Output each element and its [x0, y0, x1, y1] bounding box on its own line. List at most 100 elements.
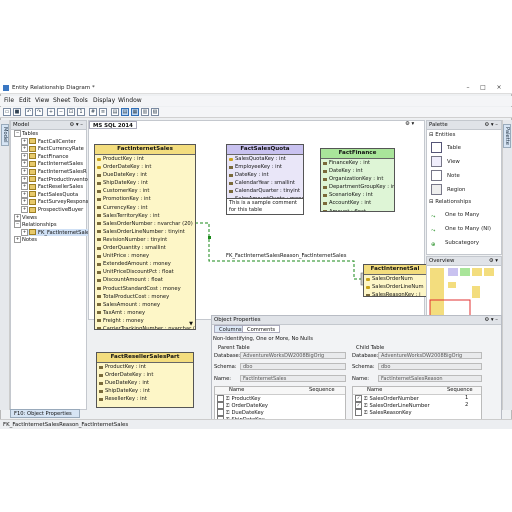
entity-column[interactable]: RevisionNumber : tinyint	[95, 236, 195, 244]
entity-column[interactable]: SalesOrderNum	[364, 275, 426, 283]
column-mapping-row[interactable]: ⚿ OrderDateKey	[215, 402, 345, 409]
entity-column[interactable]: SalesQuotaKey : int	[227, 155, 303, 163]
column-checkbox[interactable]	[217, 402, 224, 409]
tree-item[interactable]: + FactProductInvento	[21, 175, 88, 183]
parent-schema-field[interactable]: dbo	[240, 363, 346, 370]
display-mode-5-icon[interactable]: ▧	[151, 108, 159, 116]
model-side-tab[interactable]: Model	[1, 124, 9, 146]
entity-column[interactable]: OrderDateKey : int	[97, 371, 193, 379]
tree-folder[interactable]: − Tables	[14, 130, 38, 137]
column-sequence[interactable]: 1	[465, 395, 468, 402]
maximize-icon[interactable]: □	[478, 84, 488, 92]
save-icon[interactable]: ■	[13, 108, 21, 116]
display-mode-2-icon[interactable]: ▤	[121, 108, 129, 116]
expander-icon[interactable]: +	[21, 183, 28, 191]
menu-edit[interactable]: Edit	[19, 97, 31, 104]
relationship-handle[interactable]	[208, 236, 211, 239]
palette-note[interactable]: Note	[431, 169, 460, 183]
expander-icon[interactable]: +	[21, 160, 28, 168]
entity-column[interactable]: SalesOrderLineNumber : tinyint	[95, 228, 195, 236]
entity-column[interactable]: CurrencyKey : int	[95, 204, 195, 212]
relationship-label[interactable]: FK_FactInternetSalesReason_FactInternetS…	[226, 253, 347, 259]
expander-icon[interactable]: +	[14, 236, 21, 244]
relationship-line[interactable]	[190, 222, 364, 280]
entity-column[interactable]: ResellerKey : int	[97, 395, 193, 403]
tree-folder[interactable]: − Relationships	[14, 221, 57, 229]
table-comment-note[interactable]: This is a sample comment for this table	[226, 198, 304, 215]
menu-view[interactable]: View	[35, 97, 49, 104]
entity-column[interactable]: OrderQuantity : smallint	[95, 244, 195, 252]
overview-options-icon[interactable]: ⚙ ▾	[489, 257, 498, 265]
menu-display[interactable]: Display	[93, 97, 115, 104]
expander-icon[interactable]: −	[14, 221, 21, 229]
entity-column[interactable]: SalesTerritoryKey : int	[95, 212, 195, 220]
align-icon[interactable]: ≡	[99, 108, 107, 116]
entity-column[interactable]: ProductKey : int	[97, 363, 193, 371]
entity-column[interactable]: TotalProductCost : money	[95, 293, 195, 301]
tree-item[interactable]: + FactSurveyResponse	[21, 198, 92, 206]
minimize-icon[interactable]: –	[463, 84, 473, 92]
entity-column[interactable]: SalesReasonKey : i	[364, 291, 426, 296]
column-mapping-row[interactable]: ⚿ ProductKey	[215, 395, 345, 402]
expander-icon[interactable]: +	[21, 137, 28, 145]
palette-table[interactable]: Table	[431, 141, 461, 155]
zoom-fit-icon[interactable]: ⊡	[67, 108, 75, 116]
expander-icon[interactable]: +	[21, 228, 28, 236]
column-checkbox[interactable]: ✓	[355, 395, 362, 402]
parent-name-field[interactable]: FactInternetSales	[240, 375, 346, 382]
zoom-in-icon[interactable]: +	[47, 108, 55, 116]
object-properties-bottom-tab[interactable]: F10: Object Properties	[10, 409, 80, 418]
palette-one-to-many[interactable]: ⤳ One to Many	[431, 208, 479, 222]
menu-tools[interactable]: Tools	[73, 97, 88, 104]
tree-item[interactable]: + FactCallCenter	[21, 137, 76, 145]
entity-column[interactable]: UnitPrice : money	[95, 252, 195, 260]
entity-column[interactable]: CalendarYear : smallint	[227, 179, 303, 187]
entity-column[interactable]: TaxAmt : money	[95, 309, 195, 317]
entity-column[interactable]: DateKey : int	[227, 171, 303, 179]
menu-file[interactable]: File	[4, 97, 14, 104]
palette-relationships-header[interactable]: ⊟ Relationships	[429, 199, 471, 205]
entity-column[interactable]: UnitPriceDiscountPct : float	[95, 268, 195, 276]
entity-column[interactable]: ShipDateKey : int	[95, 179, 195, 187]
tree-item[interactable]: + FK_FactInternetSales	[21, 228, 92, 236]
entity-column[interactable]: ProductKey : int	[95, 155, 195, 163]
entity-column[interactable]: ExtendedAmount : money	[95, 260, 195, 268]
expander-icon[interactable]: +	[21, 145, 28, 153]
child-schema-field[interactable]: dbo	[378, 363, 482, 370]
panel-options-icon[interactable]: ⚙ ▾ –	[69, 121, 83, 129]
entity-column[interactable]: Freight : money	[95, 317, 195, 325]
tree-item[interactable]: + FactFinance	[21, 152, 68, 160]
column-mapping-row[interactable]: ✓ ⚿ SalesOrderNumber 1	[353, 395, 481, 402]
display-mode-1-icon[interactable]: ▤	[111, 108, 119, 116]
entity-column[interactable]: SalesOrderLineNum	[364, 283, 426, 291]
tree-item[interactable]: + FactSalesQuota	[21, 190, 78, 198]
entity-column[interactable]: PromotionKey : int	[95, 195, 195, 203]
entity-column[interactable]: SalesOrderNumber : nvarchar (20)	[95, 220, 195, 228]
column-mapping-row[interactable]: ⚿ DueDateKey	[215, 409, 345, 416]
entity-column[interactable]: ScenarioKey : int	[321, 191, 394, 199]
entity-column[interactable]: OrderDateKey : int	[95, 163, 195, 171]
entity-column[interactable]: Amount : float	[321, 208, 394, 211]
column-checkbox[interactable]	[355, 409, 362, 416]
tree-item[interactable]: + FactInternetSalesR	[21, 168, 87, 175]
overview-minimap[interactable]	[428, 266, 502, 320]
zoom-out-icon[interactable]: −	[57, 108, 65, 116]
grid-icon[interactable]: #	[89, 108, 97, 116]
palette-options-icon[interactable]: ⚙ ▾ –	[484, 121, 498, 129]
scroll-down-icon[interactable]: ▼	[189, 321, 193, 327]
entity-fact-internet-sales[interactable]: FactInternetSales ProductKey : int OrderD…	[94, 144, 196, 330]
column-checkbox[interactable]: ✓	[355, 402, 362, 409]
column-mapping-row[interactable]: ⚿ SalesReasonKey	[353, 409, 481, 416]
entity-column[interactable]: DateKey : int	[321, 167, 394, 175]
tab-comments[interactable]: Comments	[242, 325, 281, 333]
column-checkbox[interactable]	[217, 409, 224, 416]
child-database-field[interactable]: AdventureWorksDW2008BigOrig	[378, 352, 482, 359]
tree-item[interactable]: + FactResellerSales	[21, 183, 83, 191]
menu-window[interactable]: Window	[118, 97, 142, 104]
palette-side-tab[interactable]: Palette	[503, 124, 511, 148]
expander-icon[interactable]: +	[21, 175, 28, 183]
diagram-tab[interactable]: MS SQL 2014	[89, 121, 137, 129]
expander-icon[interactable]: −	[14, 130, 21, 137]
tree-folder[interactable]: + Notes	[14, 236, 37, 244]
entity-fact-finance[interactable]: FactFinance FinanceKey : int DateKey : in…	[320, 148, 395, 212]
